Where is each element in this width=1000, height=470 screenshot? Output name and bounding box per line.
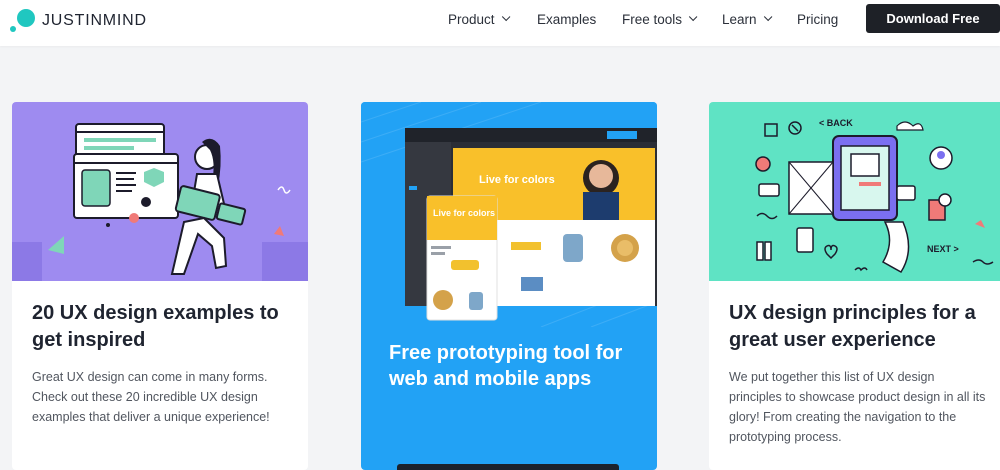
card-prototyping-tool[interactable]: Live for colors Live for colors Free pro… bbox=[361, 102, 657, 470]
nav-item-examples[interactable]: Examples bbox=[537, 0, 596, 38]
nav-item-free-tools[interactable]: Free tools bbox=[622, 0, 698, 38]
card-hero-illustration: < BACK NEXT > bbox=[709, 102, 1000, 281]
download-free-button[interactable]: Download Free bbox=[866, 4, 1000, 33]
logo-icon bbox=[10, 9, 36, 33]
card-ux-design-principles[interactable]: < BACK NEXT > UX design principles for a… bbox=[709, 102, 1000, 470]
logo[interactable]: JUSTINMIND bbox=[10, 9, 147, 33]
mobile-banner-text: Live for colors bbox=[433, 208, 495, 218]
card-description: Great UX design can come in many forms. … bbox=[32, 370, 270, 424]
nav-label: Learn bbox=[722, 11, 757, 27]
card-cta-button[interactable] bbox=[397, 464, 619, 470]
card-title[interactable]: UX design principles for a great user ex… bbox=[729, 300, 991, 354]
card-hero-mockup: Live for colors Live for colors bbox=[361, 102, 657, 328]
back-label: < BACK bbox=[819, 118, 853, 128]
chevron-down-icon bbox=[501, 12, 510, 22]
nav-label: Pricing bbox=[797, 11, 839, 27]
banner-text-1: Live for colors bbox=[479, 174, 555, 186]
card-title[interactable]: 20 UX design examples to get inspired bbox=[32, 300, 294, 354]
card-hero-illustration bbox=[12, 102, 308, 281]
chevron-down-icon bbox=[763, 12, 772, 22]
next-label: NEXT > bbox=[927, 244, 959, 254]
nav-item-learn[interactable]: Learn bbox=[722, 0, 772, 38]
card-title[interactable]: Free prototyping tool for web and mobile… bbox=[389, 340, 639, 392]
logo-text: JUSTINMIND bbox=[42, 12, 147, 29]
nav-label: Product bbox=[448, 11, 495, 27]
nav-item-pricing[interactable]: Pricing bbox=[797, 0, 838, 38]
nav-label: Free tools bbox=[622, 11, 683, 27]
card-description: We put together this list of UX design p… bbox=[729, 370, 986, 444]
nav-item-product[interactable]: Product bbox=[448, 0, 510, 38]
nav-label: Examples bbox=[537, 11, 597, 27]
top-navigation-bar: JUSTINMIND Product Examples Free tools L… bbox=[0, 0, 1000, 46]
chevron-down-icon bbox=[688, 12, 698, 22]
card-ux-design-examples[interactable]: 20 UX design examples to get inspired Gr… bbox=[12, 102, 308, 470]
